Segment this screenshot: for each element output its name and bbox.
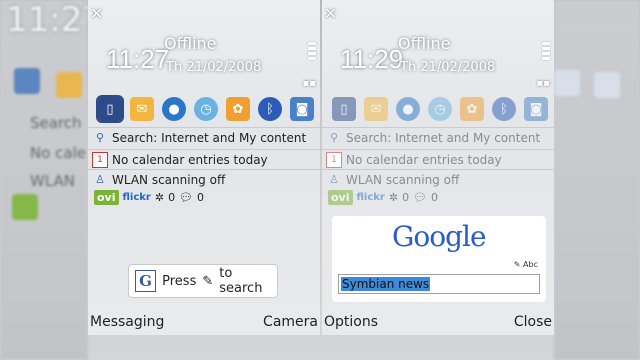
input-mode-label: Abc (523, 260, 538, 269)
google-g-icon: G (135, 270, 157, 292)
calendar-row-label: No calendar entries today (112, 152, 268, 167)
date-label: Th 21/02/2008 (400, 60, 496, 75)
left-softkey[interactable]: Options (324, 314, 378, 330)
close-icon[interactable]: ✕ (90, 4, 103, 23)
shortcut-bar: ▯ ✉ ● ◷ ✿ ᛒ ◙ (88, 94, 320, 124)
ovi-widget-row: ovi flickr ✲ 0 💬︎ 0 (328, 190, 438, 205)
widget-icon[interactable]: ✲ (155, 191, 164, 204)
widget-count: 0 (402, 191, 410, 204)
shortcut-web-icon[interactable]: ● (162, 97, 186, 121)
background-row-wlan: WLAN (30, 172, 76, 190)
pencil-key-icon: ✎ (202, 273, 214, 289)
profile-name[interactable]: Offline (164, 34, 217, 53)
search-row[interactable]: ⚲ Search: Internet and My content (322, 127, 554, 147)
widget-count: 0 (168, 191, 176, 204)
wlan-icon: ♙ (95, 173, 105, 186)
google-search-widget: Google ✎ Abc Symbian news (332, 216, 546, 302)
phone-screen-google-search: ✕ 11:29 Offline Th 21/02/2008 ▪▪ ▯ ✉ ● ◷… (322, 0, 554, 335)
chat-count: 0 (431, 191, 439, 204)
background-row-calendar: No cale (30, 144, 87, 162)
flickr-logo[interactable]: flickr (357, 192, 385, 203)
ovi-logo[interactable]: ovi (328, 190, 353, 205)
right-softkey[interactable]: Camera (263, 314, 318, 330)
ovi-widget-row: ovi flickr ✲ 0 💬︎ 0 (94, 190, 204, 205)
right-softkey[interactable]: Close (514, 314, 552, 330)
shortcut-clock-icon[interactable]: ◷ (194, 97, 218, 121)
left-softkey[interactable]: Messaging (90, 314, 164, 330)
press-suffix: to search (219, 266, 263, 296)
calendar-icon: 1 (92, 151, 108, 168)
chat-icon[interactable]: 💬︎ (413, 191, 427, 204)
shortcut-phone-icon[interactable]: ▯ (332, 97, 356, 121)
shortcut-camera-icon[interactable]: ◙ (524, 97, 548, 121)
google-search-input[interactable]: Symbian news (338, 274, 540, 294)
calendar-row[interactable]: 1 No calendar entries today (88, 149, 320, 169)
background-row-search: Search (30, 114, 82, 132)
background-mail-icon (56, 72, 82, 98)
clock: 11:27 (106, 44, 170, 74)
chat-count: 0 (197, 191, 205, 204)
close-icon[interactable]: ✕ (324, 4, 337, 23)
press-to-search-box[interactable]: G Press ✎ to search (128, 264, 278, 298)
search-row-label: Search: Internet and My content (346, 130, 541, 145)
shortcut-gallery-icon[interactable]: ✿ (460, 97, 484, 121)
shortcut-clock-icon[interactable]: ◷ (428, 97, 452, 121)
input-mode-indicator: ✎ Abc (514, 260, 538, 269)
google-logo: Google (392, 220, 487, 253)
shortcut-camera-icon[interactable]: ◙ (290, 97, 314, 121)
google-logo-text: Google (392, 220, 487, 253)
widget-icon[interactable]: ✲ (389, 191, 398, 204)
search-icon: ⚲ (329, 131, 339, 144)
search-row[interactable]: ⚲ Search: Internet and My content (88, 127, 320, 147)
shortcut-bar: ▯ ✉ ● ◷ ✿ ᛒ ◙ (322, 94, 554, 124)
profile-name[interactable]: Offline (398, 34, 451, 53)
background-left-screen: 11:27 Search No cale WLAN (0, 0, 88, 360)
pen-icon: ✎ (513, 260, 521, 269)
calendar-row[interactable]: 1 No calendar entries today (322, 149, 554, 169)
softkey-bar: Messaging Camera (88, 309, 320, 335)
shortcut-phone-icon[interactable]: ▯ (96, 95, 124, 123)
wlan-row-label: WLAN scanning off (112, 172, 226, 187)
wlan-icon: ♙ (329, 173, 339, 186)
background-app-icon (14, 68, 40, 94)
shortcut-messaging-icon[interactable]: ✉ (130, 97, 154, 121)
shortcut-gallery-icon[interactable]: ✿ (226, 97, 250, 121)
background-camera-icon (594, 72, 620, 98)
shortcut-web-icon[interactable]: ● (396, 97, 420, 121)
battery-icon: ▪▪ (302, 78, 316, 89)
clock: 11:29 (340, 44, 404, 74)
background-time: 11:27 (6, 0, 88, 40)
search-input-value: Symbian news (341, 277, 431, 291)
ovi-logo[interactable]: ovi (94, 190, 119, 205)
background-bluetooth-icon (554, 70, 580, 96)
shortcut-bluetooth-icon[interactable]: ᛒ (258, 97, 282, 121)
battery-icon: ▪▪ (536, 78, 550, 89)
calendar-icon: 1 (326, 151, 342, 168)
shortcut-bluetooth-icon[interactable]: ᛒ (492, 97, 516, 121)
background-right-screen (554, 0, 640, 360)
calendar-row-label: No calendar entries today (346, 152, 502, 167)
chat-icon[interactable]: 💬︎ (179, 191, 193, 204)
status-area: ✕ 11:29 Offline Th 21/02/2008 ▪▪ (322, 0, 554, 92)
wlan-row[interactable]: ♙ WLAN scanning off (88, 169, 320, 189)
phone-screen-idle: ✕ 11:27 Offline Th 21/02/2008 ▪▪ ▯ ✉ ● ◷… (88, 0, 320, 335)
search-row-label: Search: Internet and My content (112, 130, 307, 145)
press-prefix: Press (162, 273, 197, 289)
signal-strength-icon (308, 42, 316, 66)
wlan-row[interactable]: ♙ WLAN scanning off (322, 169, 554, 189)
flickr-logo[interactable]: flickr (123, 192, 151, 203)
status-area: ✕ 11:27 Offline Th 21/02/2008 ▪▪ (88, 0, 320, 92)
search-icon: ⚲ (95, 131, 105, 144)
wlan-row-label: WLAN scanning off (346, 172, 460, 187)
shortcut-messaging-icon[interactable]: ✉ (364, 97, 388, 121)
date-label: Th 21/02/2008 (166, 60, 262, 75)
background-ovi-icon (12, 194, 38, 220)
softkey-bar: Options Close (322, 309, 554, 335)
signal-strength-icon (542, 42, 550, 66)
